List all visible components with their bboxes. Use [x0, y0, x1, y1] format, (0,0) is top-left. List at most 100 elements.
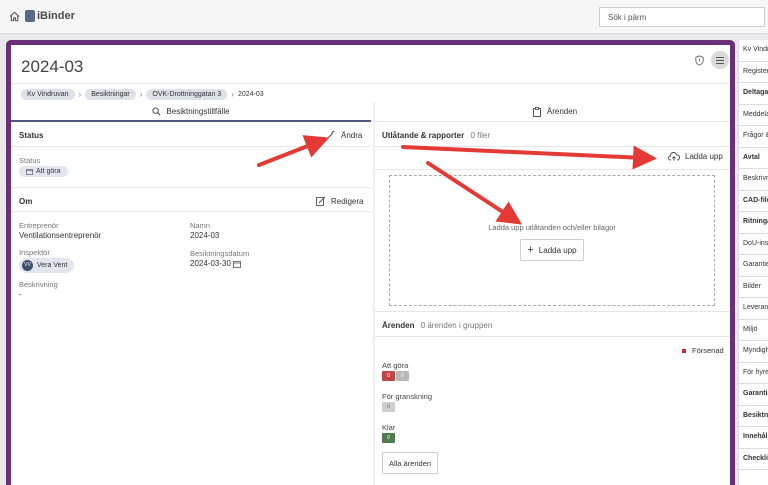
breadcrumb-current: 2024-03 [237, 91, 264, 98]
sidebar-item[interactable]: Avtal [739, 148, 768, 169]
breadcrumb-item[interactable]: Besiktningar [85, 89, 136, 100]
menu-button[interactable] [711, 51, 729, 69]
sidebar-item[interactable]: DoU-instruktioner [739, 234, 768, 255]
main-panel: 2024-03 Kv Vindruvan › Besiktningar › OV… [6, 40, 735, 485]
column-divider [373, 102, 375, 485]
chevron-right-icon: › [139, 90, 143, 99]
legend-label: Försenad [692, 346, 724, 355]
ibinder-logo-icon [25, 10, 35, 22]
sidebar-item[interactable]: Garantier [739, 255, 768, 277]
sidebar-item[interactable]: Register [739, 62, 768, 83]
group-label: Att göra [382, 361, 409, 370]
legend-swatch [682, 348, 686, 353]
sidebar-item[interactable]: Leveranser [739, 298, 768, 320]
tab-label: Besiktningstillfälle [166, 106, 230, 116]
header-divider [11, 83, 730, 84]
divider [11, 187, 371, 188]
sidebar-item[interactable]: Miljö [739, 320, 768, 341]
breadcrumb: Kv Vindruvan › Besiktningar › OVK-Drottn… [21, 89, 264, 100]
change-status-button[interactable]: Ändra [326, 130, 362, 140]
status-chip[interactable]: 0 [382, 371, 395, 381]
beskrivning-label: Beskrivning [19, 280, 58, 289]
status-heading: Status [19, 131, 44, 140]
datum-field: 2024-03-30 [190, 259, 241, 268]
om-heading: Om [19, 197, 33, 206]
ibinder-logo[interactable]: iBinder [25, 10, 75, 22]
breadcrumb-item[interactable]: Kv Vindruvan [21, 89, 75, 100]
upload-hint: Ladda upp utlåtanden och/eller bilagor [488, 223, 616, 232]
status-chip[interactable]: 0 [382, 433, 395, 443]
edit-icon [316, 196, 326, 206]
sidebar-item[interactable]: Ritningar [739, 212, 768, 234]
arenden-heading: Ärenden [382, 321, 415, 330]
sidebar-item[interactable]: Myndigheter [739, 341, 768, 363]
edit-label: Redigera [331, 196, 364, 206]
sidebar-item[interactable]: CAD-filer [739, 191, 768, 212]
logo-text: iBinder [37, 10, 75, 22]
divider [375, 311, 730, 312]
inspektor-chip[interactable]: VV Vera Vent [19, 258, 75, 273]
breadcrumb-item[interactable]: OVK-Drottninggatan 3 [146, 89, 228, 100]
sidebar-item[interactable]: Garantier [739, 384, 768, 406]
edit-button[interactable]: Redigera [316, 196, 363, 206]
all-arenden-button[interactable]: Alla ärenden [382, 452, 438, 474]
chevron-right-icon: › [231, 90, 234, 99]
sidebar-item[interactable]: Besiktningar [739, 406, 768, 427]
upload-top-label: Ladda upp [685, 152, 723, 161]
clipboard-icon [532, 106, 541, 117]
arenden-header: Ärenden 0 ärenden i gruppen [382, 321, 492, 330]
sidebar-item[interactable]: Innehåll [739, 427, 768, 449]
sidebar-item[interactable]: Deltagare [739, 83, 768, 105]
datum-label: Besiktningsdatum [190, 249, 250, 258]
calendar-icon [233, 260, 241, 268]
page-title: 2024-03 [21, 57, 84, 76]
upload-button[interactable]: + Ladda upp [520, 239, 584, 261]
upload-button-label: Ladda upp [538, 245, 577, 255]
group-label: För granskning [382, 392, 433, 401]
sidebar-item[interactable]: Bilder [739, 277, 768, 298]
shield-icon[interactable] [694, 55, 705, 66]
divider [375, 336, 730, 337]
sidebar-item[interactable]: Beskrivningar [739, 169, 768, 191]
divider [11, 211, 371, 212]
arenden-count: 0 ärenden i gruppen [420, 321, 493, 330]
avatar: VV [22, 260, 33, 271]
inspektor-value: Vera Vent [37, 262, 68, 269]
magnifier-icon [152, 106, 161, 115]
reports-header: Utlåtande & rapporter 0 filer [382, 131, 490, 140]
status-chip[interactable]: 0 [396, 371, 409, 381]
status-field-label: Status [19, 156, 41, 165]
top-bar: iBinder Sök i pärm [0, 0, 768, 34]
beskrivning-value: - [19, 290, 22, 299]
home-icon[interactable] [9, 11, 20, 22]
namn-value: 2024-03 [190, 231, 220, 240]
sidebar-item[interactable]: För hyresgäster [739, 363, 768, 384]
sidebar-item[interactable]: Meddelanden [739, 105, 768, 126]
sidebar-item[interactable]: Frågor & svar [739, 126, 768, 148]
sidebar-item[interactable]: Kv Vindruvan [739, 40, 768, 62]
hamburger-icon [716, 56, 724, 64]
plus-icon: + [527, 244, 534, 256]
datum-value: 2024-03-30 [190, 259, 231, 268]
sidebar: Kv Vindruvan Register Deltagare Meddelan… [738, 40, 768, 485]
entreprenor-value: Ventilationsentreprenör [19, 231, 102, 240]
tab-arenden[interactable]: Ärenden [375, 102, 730, 122]
entreprenor-label: Entreprenör [19, 221, 59, 230]
upload-dropzone[interactable]: Ladda upp utlåtanden och/eller bilagor +… [389, 175, 715, 306]
upload-top-button[interactable]: Ladda upp [668, 152, 723, 161]
group-label: Klar [382, 423, 396, 432]
change-label: Ändra [341, 130, 363, 140]
inspektor-label: Inspektör [19, 248, 50, 257]
namn-label: Namn [190, 221, 211, 230]
tab-label: Ärenden [546, 107, 578, 116]
wrench-icon [327, 130, 335, 139]
calendar-icon [26, 168, 33, 175]
search-input[interactable]: Sök i pärm [599, 7, 765, 27]
cloud-upload-icon [668, 152, 680, 161]
sidebar-item[interactable]: Checklistor till förvaltning [739, 449, 768, 470]
status-badge: Att göra [19, 166, 68, 177]
divider [375, 146, 730, 147]
status-chip[interactable]: 0 [382, 402, 395, 412]
reports-heading: Utlåtande & rapporter [382, 131, 465, 140]
tab-besiktningstillfalle[interactable]: Besiktningstillfälle [11, 102, 371, 122]
